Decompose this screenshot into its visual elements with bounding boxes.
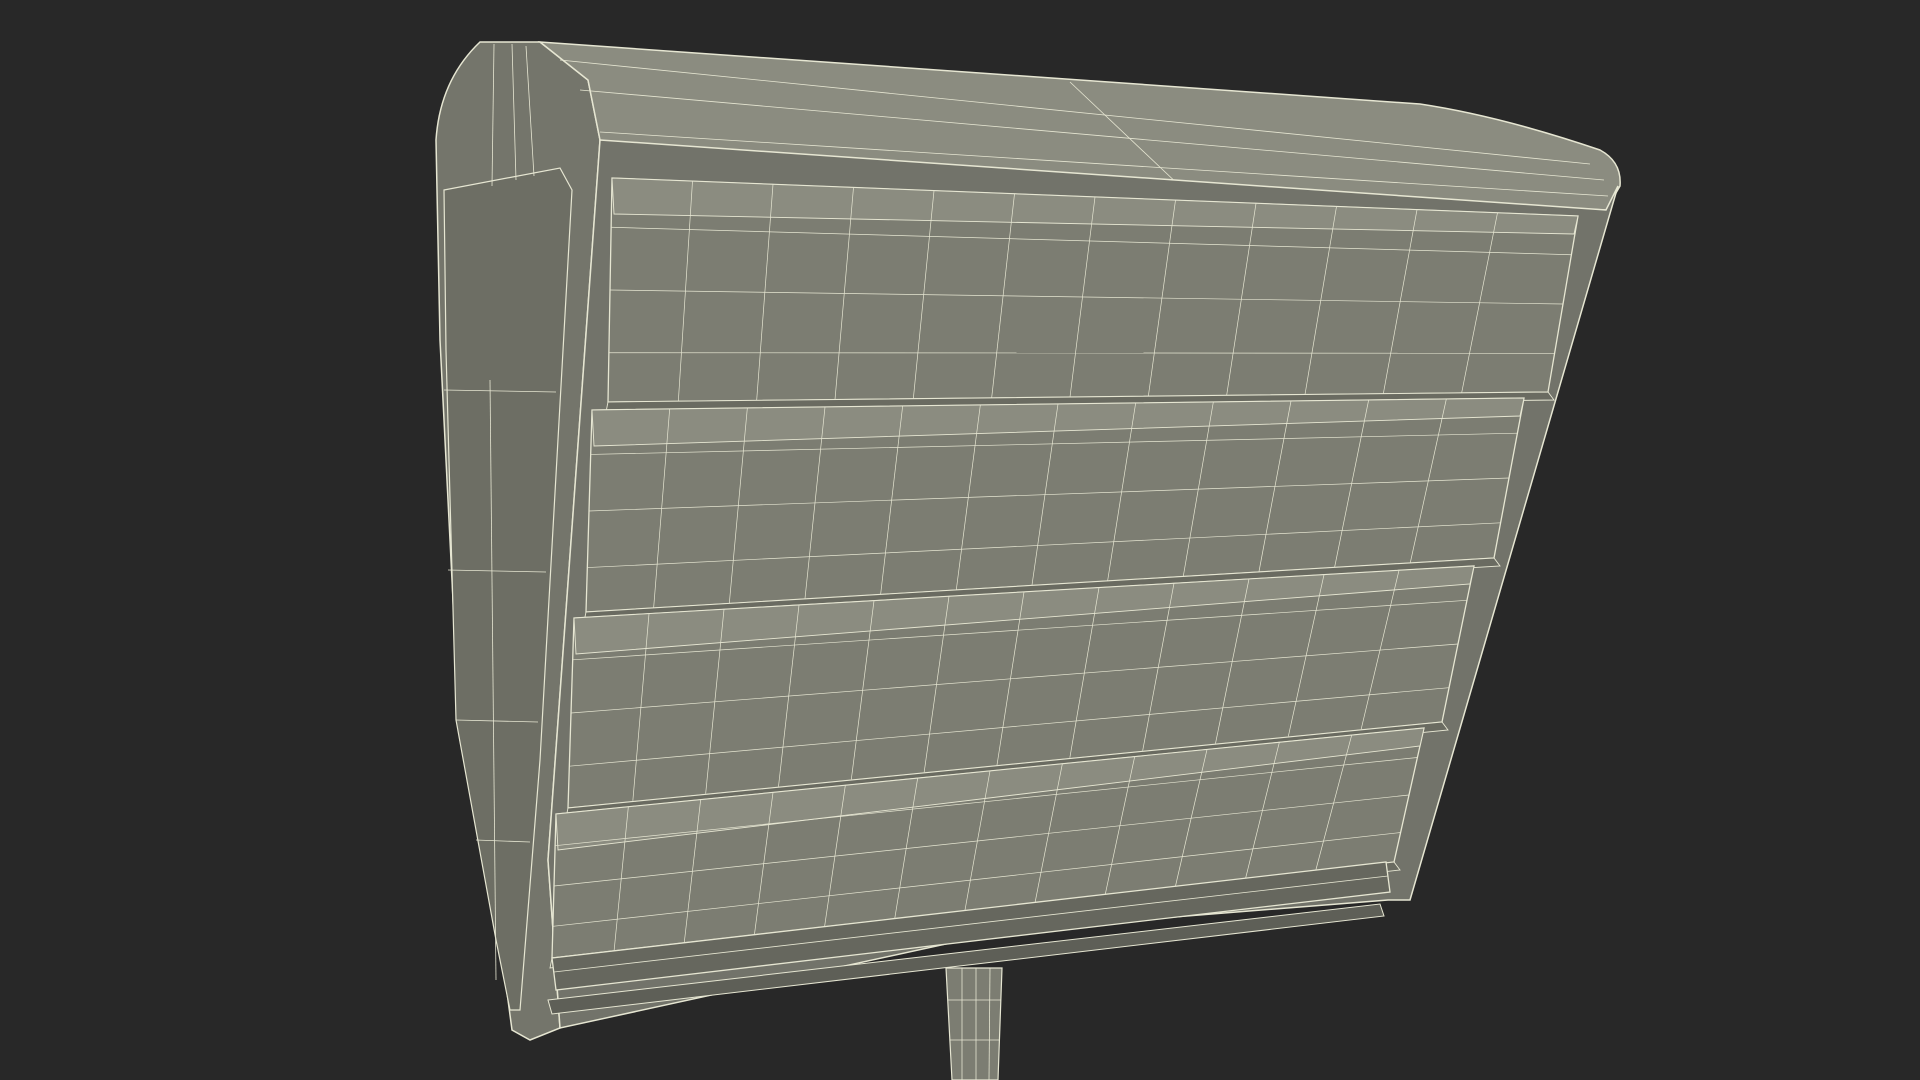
pole-body — [945, 967, 1003, 1080]
pole — [945, 967, 1003, 1080]
wireframe-model — [435, 41, 1621, 1080]
3d-viewport[interactable] — [0, 0, 1920, 1080]
louver-1 — [605, 177, 1579, 413]
